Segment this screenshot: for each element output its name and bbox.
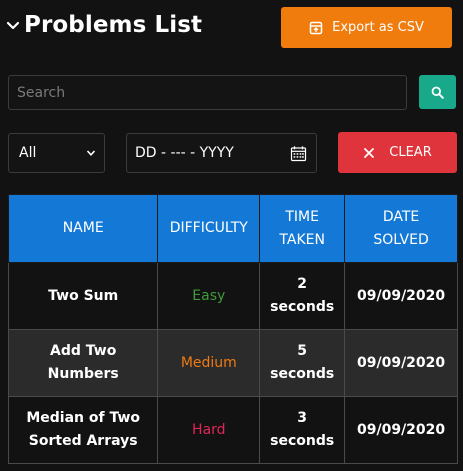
time-taken-cell: 3 seconds: [259, 396, 346, 464]
problem-name-cell: Median of Two Sorted Arrays: [7, 396, 159, 464]
time-taken-unit: seconds: [270, 366, 335, 382]
difficulty-filter-value: All: [19, 145, 37, 161]
date-filter-placeholder: DD - --- - YYYY: [135, 145, 234, 161]
table-header-row: NAME DIFFICULTY TIME TAKEN DATE SOLVED: [7, 194, 458, 263]
date-solved-cell: 09/09/2020: [344, 329, 458, 397]
clear-filters-button[interactable]: CLEAR: [338, 132, 457, 173]
time-taken-unit: seconds: [270, 433, 335, 449]
difficulty-cell: Hard: [157, 396, 261, 464]
date-filter-input[interactable]: DD - --- - YYYY: [126, 133, 317, 173]
problem-name-cell: Two Sum: [7, 262, 159, 330]
date-solved-value: 09/09/2020: [356, 287, 446, 304]
time-taken-unit: seconds: [270, 299, 335, 315]
column-header-time-line2: TAKEN: [279, 231, 325, 248]
chevron-down-icon: [6, 21, 20, 30]
time-taken-value: 2: [297, 276, 308, 292]
column-header-date-line2: SOLVED: [373, 231, 429, 248]
export-button-label: Export as CSV: [332, 20, 424, 35]
column-header-difficulty[interactable]: DIFFICULTY: [157, 194, 261, 263]
difficulty-badge: Hard: [192, 421, 226, 438]
column-header-date-line1: DATE: [382, 208, 420, 225]
time-taken-value: 5: [297, 343, 308, 359]
problem-name-line1: Median of Two: [26, 410, 141, 426]
problem-name-line1: Add Two: [50, 343, 117, 359]
calendar-icon[interactable]: [290, 145, 307, 162]
date-solved-cell: 09/09/2020: [344, 396, 458, 464]
dropdown-chevron-icon: [86, 150, 96, 156]
column-header-time-line1: TIME: [285, 208, 319, 225]
time-taken-value: 3: [297, 410, 308, 426]
search-button[interactable]: [419, 75, 456, 109]
date-solved-value: 09/09/2020: [356, 354, 446, 371]
column-header-name[interactable]: NAME: [7, 194, 159, 263]
problems-list-toggle[interactable]: Problems List: [4, 12, 202, 38]
column-header-time-taken[interactable]: TIME TAKEN: [259, 194, 346, 263]
page-title: Problems List: [24, 12, 203, 38]
date-solved-cell: 09/09/2020: [344, 262, 458, 330]
close-icon: [364, 147, 375, 158]
column-header-date-solved[interactable]: DATE SOLVED: [344, 194, 458, 263]
difficulty-filter-select[interactable]: All: [8, 133, 105, 173]
problem-name-line2: Sorted Arrays: [28, 433, 138, 449]
problem-name-line2: Numbers: [47, 366, 119, 382]
clear-button-label: CLEAR: [389, 145, 432, 160]
table-row[interactable]: Two Sum Easy 2 seconds 09/09/2020: [7, 262, 458, 330]
search-input[interactable]: [8, 75, 407, 110]
column-header-name-label: NAME: [62, 220, 104, 236]
problem-name: Two Sum: [48, 287, 119, 304]
table-row[interactable]: Add Two Numbers Medium 5 seconds 09/09/2…: [7, 329, 458, 397]
export-csv-button[interactable]: Export as CSV: [281, 7, 452, 48]
difficulty-cell: Easy: [157, 262, 261, 330]
difficulty-cell: Medium: [157, 329, 261, 397]
problem-name-cell: Add Two Numbers: [7, 329, 159, 397]
time-taken-cell: 2 seconds: [259, 262, 346, 330]
table-row[interactable]: Median of Two Sorted Arrays Hard 3 secon…: [7, 396, 458, 464]
difficulty-badge: Medium: [180, 354, 237, 371]
time-taken-cell: 5 seconds: [259, 329, 346, 397]
export-icon: [309, 21, 323, 34]
problems-table: NAME DIFFICULTY TIME TAKEN DATE SOLVED T…: [7, 194, 458, 464]
column-header-difficulty-label: DIFFICULTY: [169, 220, 248, 236]
difficulty-badge: Easy: [192, 287, 226, 304]
date-solved-value: 09/09/2020: [356, 421, 446, 438]
search-icon: [431, 86, 444, 99]
